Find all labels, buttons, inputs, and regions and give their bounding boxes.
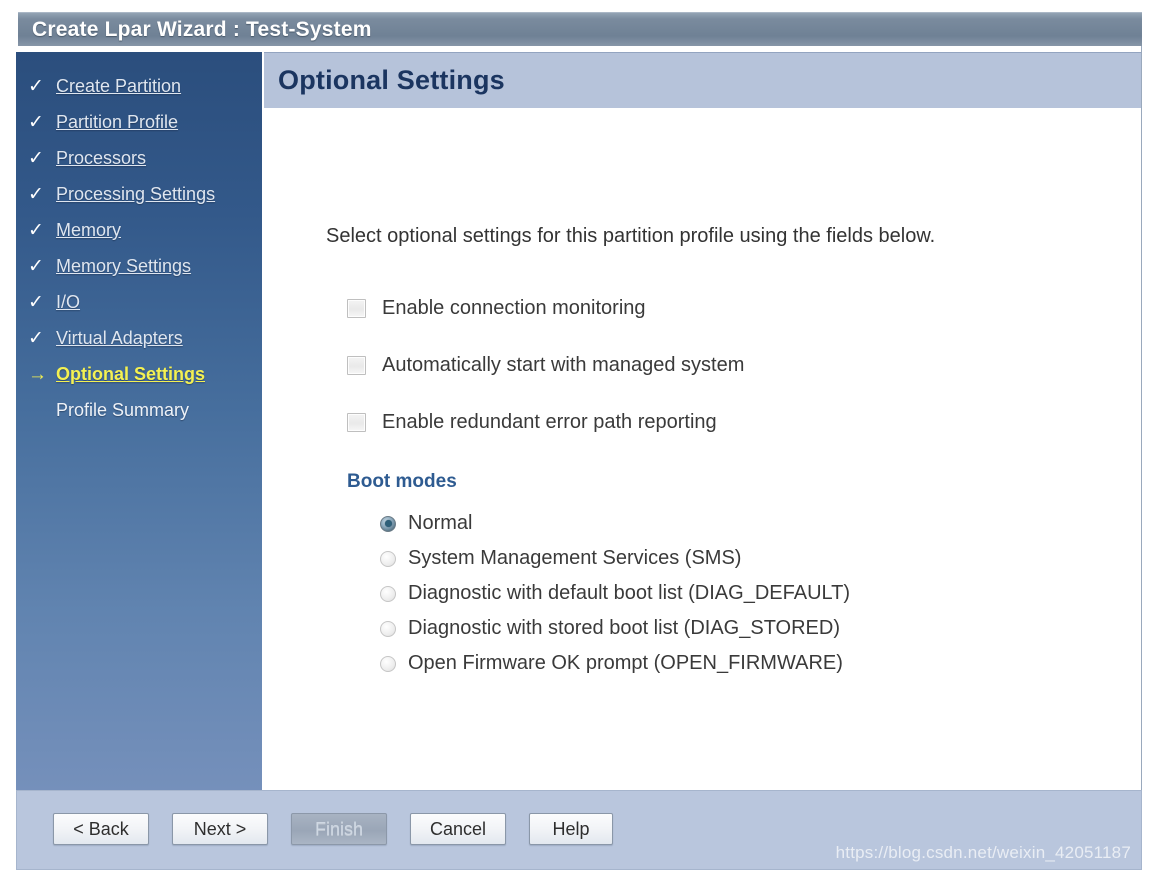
sidebar-item-virtual-adapters[interactable]: ✓ Virtual Adapters <box>16 326 262 362</box>
checkbox-row[interactable]: Automatically start with managed system <box>347 337 744 394</box>
wizard-button-bar: < Back Next > Finish Cancel Help <box>53 813 613 845</box>
sidebar-item-label: Processing Settings <box>56 184 216 204</box>
checkbox-enable-connection-monitoring[interactable] <box>347 299 366 318</box>
wizard-step-sidebar: ✓ Create Partition ✓ Partition Profile ✓ Proc… <box>16 52 262 790</box>
check-icon: ✓ <box>28 148 44 169</box>
checkbox-row[interactable]: Enable connection monitoring <box>347 280 744 337</box>
window-body: ✓ Create Partition ✓ Partition Profile ✓ Proc… <box>8 46 1142 870</box>
radio-system-management-services-sms[interactable] <box>380 550 396 567</box>
sidebar-item-processing-settings[interactable]: ✓ Processing Settings <box>16 182 262 218</box>
arrow-right-icon: → <box>28 364 47 385</box>
sidebar-item-label: Virtual Adapters <box>56 328 183 348</box>
cancel-button[interactable]: Cancel <box>410 813 506 845</box>
sidebar-item-i-o[interactable]: ✓ I/O <box>16 290 262 326</box>
page-header: Optional Settings <box>264 52 1141 108</box>
checkbox-label: Enable redundant error path reporting <box>382 411 717 433</box>
wizard-window: Create Lpar Wizard : Test-System ✓ Create… <box>8 12 1142 870</box>
sidebar-item-label: Memory <box>56 220 122 240</box>
next-button[interactable]: Next > <box>172 813 268 845</box>
window-title: Create Lpar Wizard : Test-System <box>32 17 372 41</box>
sidebar-item-label: Create Partition <box>56 76 182 96</box>
sidebar-item-optional-settings[interactable]: → Optional Settings <box>16 362 262 398</box>
sidebar-item-label: Partition Profile <box>56 112 179 132</box>
page-content: Select optional settings for this partit… <box>264 108 1141 790</box>
sidebar-item-create-partition[interactable]: ✓ Create Partition <box>16 74 262 110</box>
sidebar-item-partition-profile[interactable]: ✓ Partition Profile <box>16 110 262 146</box>
checkbox-automatically-start-with-managed-system[interactable] <box>347 356 366 375</box>
check-icon: ✓ <box>28 220 44 241</box>
radio-row[interactable]: System Management Services (SMS) <box>380 541 850 576</box>
wizard-footer: < Back Next > Finish Cancel Help https://blo… <box>16 790 1142 870</box>
check-icon: ✓ <box>28 112 44 133</box>
page-title: Optional Settings <box>278 65 505 95</box>
sidebar-item-label: Processors <box>56 148 147 168</box>
intro-text: Select optional settings for this partit… <box>326 225 936 247</box>
sidebar-item-memory-settings[interactable]: ✓ Memory Settings <box>16 254 262 290</box>
check-icon: ✓ <box>28 328 44 349</box>
radio-diagnostic-with-default-boot-list-diag-default[interactable] <box>380 585 396 602</box>
checkbox-row[interactable]: Enable redundant error path reporting <box>347 394 744 451</box>
check-icon: ✓ <box>28 292 44 313</box>
sidebar-item-label: Profile Summary <box>56 400 190 420</box>
watermark-text: https://blog.csdn.net/weixin_42051187 <box>835 843 1131 862</box>
radio-label: Open Firmware OK prompt (OPEN_FIRMWARE) <box>408 652 843 674</box>
sidebar-item-label: I/O <box>56 292 81 312</box>
radio-normal[interactable] <box>380 515 396 532</box>
checkbox-enable-redundant-error-path-reporting[interactable] <box>347 413 366 432</box>
check-icon: ✓ <box>28 256 44 277</box>
help-button[interactable]: Help <box>529 813 613 845</box>
back-button[interactable]: < Back <box>53 813 149 845</box>
finish-button: Finish <box>291 813 387 845</box>
radio-label: Diagnostic with default boot list (DIAG_… <box>408 582 851 604</box>
check-icon: ✓ <box>28 76 44 97</box>
radio-label: Diagnostic with stored boot list (DIAG_S… <box>408 617 841 639</box>
radio-label: Normal <box>408 512 473 534</box>
sidebar-item-label: Optional Settings <box>56 364 206 384</box>
radio-open-firmware-ok-prompt-open-firmware[interactable] <box>380 655 396 672</box>
radio-row[interactable]: Diagnostic with default boot list (DIAG_… <box>380 576 850 611</box>
main-panel: Optional Settings Select optional settin… <box>264 46 1142 790</box>
optional-settings-checkbox-group: Enable connection monitoring Automaticall… <box>347 280 744 451</box>
radio-row[interactable]: Open Firmware OK prompt (OPEN_FIRMWARE) <box>380 646 850 681</box>
radio-row[interactable]: Normal <box>380 506 850 541</box>
sidebar-item-processors[interactable]: ✓ Processors <box>16 146 262 182</box>
sidebar-item-memory[interactable]: ✓ Memory <box>16 218 262 254</box>
radio-row[interactable]: Diagnostic with stored boot list (DIAG_S… <box>380 611 850 646</box>
window-titlebar: Create Lpar Wizard : Test-System <box>18 12 1142 46</box>
sidebar-item-label: Memory Settings <box>56 256 192 276</box>
boot-modes-radio-group: Normal System Management Services (SMS) Di… <box>380 506 850 681</box>
checkbox-label: Enable connection monitoring <box>382 297 646 319</box>
check-icon: ✓ <box>28 184 44 205</box>
radio-diagnostic-with-stored-boot-list-diag-stored[interactable] <box>380 620 396 637</box>
app-root: Create Lpar Wizard : Test-System ✓ Create… <box>0 0 1152 882</box>
sidebar-item-profile-summary: Profile Summary <box>16 398 262 434</box>
radio-label: System Management Services (SMS) <box>408 547 742 569</box>
checkbox-label: Automatically start with managed system <box>382 354 745 376</box>
boot-modes-heading: Boot modes <box>347 471 457 492</box>
